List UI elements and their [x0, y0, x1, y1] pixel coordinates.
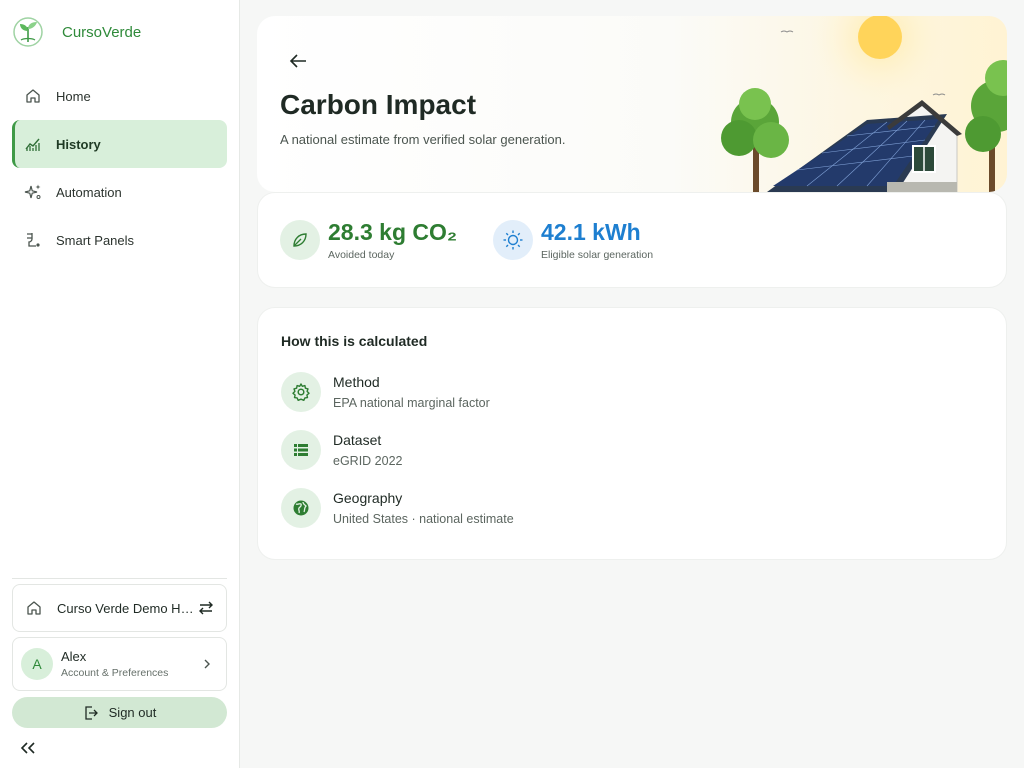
stat-co2-avoided: 28.3 kg CO₂ Avoided today [280, 219, 457, 261]
plug-icon [24, 231, 42, 249]
sign-out-label: Sign out [108, 705, 157, 720]
geography-value: United States · national estimate [333, 512, 514, 526]
leaf-logo-icon [13, 17, 43, 47]
calc-row-geography: Geography United States · national estim… [281, 488, 514, 528]
globe-icon [281, 488, 321, 528]
brand[interactable]: CursoVerde [12, 16, 141, 48]
stat-solar-generation: 42.1 kWh Eligible solar generation [493, 219, 653, 261]
sidebar-item-smart-panels[interactable]: Smart Panels [12, 216, 227, 264]
co2-value: 28.3 kg CO₂ [328, 219, 458, 245]
sidebar: CursoVerde Home History Automation Smart… [0, 0, 240, 768]
sidebar-nav: Home History Automation Smart Panels [12, 72, 227, 264]
avatar: A [21, 648, 53, 680]
account-card[interactable]: A Alex Account & Preferences [12, 637, 227, 691]
brand-name: CursoVerde [62, 23, 142, 41]
solar-value: 42.1 kWh [541, 219, 641, 245]
back-arrow-icon[interactable] [287, 51, 309, 71]
sidebar-item-label: Smart Panels [56, 232, 135, 248]
method-value: EPA national marginal factor [333, 396, 490, 410]
dataset-label: Dataset [333, 432, 382, 448]
sidebar-item-history[interactable]: History [12, 120, 227, 168]
logout-icon [83, 705, 99, 721]
leaf-icon [280, 220, 320, 260]
solar-house-illustration [721, 16, 1007, 192]
account-name: Alex [61, 649, 87, 664]
chevron-right-icon [204, 659, 210, 669]
list-icon [281, 430, 321, 470]
home-switcher[interactable]: Curso Verde Demo Ho... [12, 584, 227, 632]
hero-card: Carbon Impact A national estimate from v… [257, 16, 1007, 192]
sidebar-item-home[interactable]: Home [12, 72, 227, 120]
sidebar-divider [12, 578, 227, 579]
co2-label: Avoided today [328, 249, 395, 261]
gear-icon [281, 372, 321, 412]
sparkle-icon [24, 183, 42, 201]
dataset-value: eGRID 2022 [333, 454, 403, 468]
sun-icon [493, 220, 533, 260]
sidebar-item-automation[interactable]: Automation [12, 168, 227, 216]
page-subtitle: A national estimate from verified solar … [280, 132, 566, 147]
page-title: Carbon Impact [280, 89, 477, 120]
home-name: Curso Verde Demo Ho... [57, 600, 197, 616]
calc-row-method: Method EPA national marginal factor [281, 372, 490, 412]
solar-label: Eligible solar generation [541, 249, 654, 261]
impact-stats-card: 28.3 kg CO₂ Avoided today 42.1 kWh Eligi… [257, 192, 1007, 288]
calc-row-dataset: Dataset eGRID 2022 [281, 430, 402, 470]
swap-icon[interactable] [198, 600, 214, 616]
sign-out-button[interactable]: Sign out [12, 697, 227, 728]
sidebar-item-label: Automation [56, 184, 122, 200]
calculation-title: How this is calculated [281, 333, 428, 349]
geography-label: Geography [333, 490, 403, 506]
calculation-card: How this is calculated Method EPA nation… [257, 307, 1007, 560]
home-icon [25, 599, 43, 617]
account-subtitle: Account & Preferences [61, 667, 169, 679]
home-icon [24, 87, 42, 105]
chart-icon [24, 135, 42, 153]
sidebar-item-label: History [56, 136, 101, 152]
method-label: Method [333, 374, 380, 390]
collapse-sidebar-icon[interactable] [18, 739, 38, 757]
sidebar-item-label: Home [56, 88, 91, 104]
